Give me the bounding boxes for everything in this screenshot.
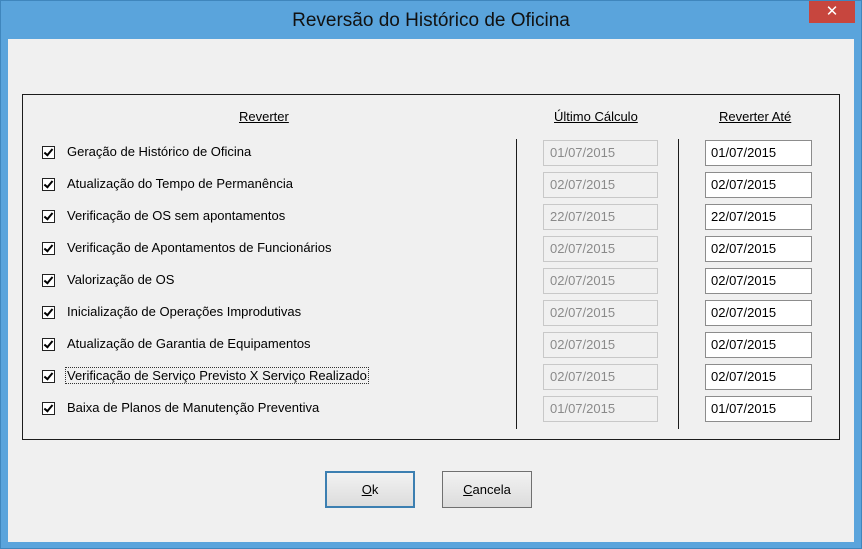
ultimo-calculo-field: 02/07/2015	[543, 236, 658, 262]
row-label[interactable]: Atualização do Tempo de Permanência	[66, 176, 294, 191]
row-label[interactable]: Inicialização de Operações Improdutivas	[66, 304, 302, 319]
ultimo-calculo-field: 01/07/2015	[543, 140, 658, 166]
ultimo-calculo-field: 22/07/2015	[543, 204, 658, 230]
row-checkbox[interactable]	[42, 146, 55, 159]
ultimo-calculo-field: 01/07/2015	[543, 396, 658, 422]
row-checkbox[interactable]	[42, 242, 55, 255]
ultimo-calculo-field: 02/07/2015	[543, 172, 658, 198]
reversal-row: Verificação de Serviço Previsto X Serviç…	[23, 364, 839, 390]
cancel-button[interactable]: Cancela	[442, 471, 532, 508]
ultimo-calculo-field: 02/07/2015	[543, 300, 658, 326]
row-label[interactable]: Atualização de Garantia de Equipamentos	[66, 336, 312, 351]
row-label[interactable]: Verificação de OS sem apontamentos	[66, 208, 286, 223]
reverter-ate-input[interactable]: 02/07/2015	[705, 300, 812, 326]
reversal-group: Reverter Último Cálculo Reverter Até Ger…	[22, 94, 840, 440]
row-checkbox[interactable]	[42, 274, 55, 287]
ok-button[interactable]: Ok	[325, 471, 415, 508]
reversal-row: Atualização de Garantia de Equipamentos …	[23, 332, 839, 358]
row-checkbox[interactable]	[42, 210, 55, 223]
reversal-row: Verificação de OS sem apontamentos 22/07…	[23, 204, 839, 230]
close-icon: ✕	[825, 3, 839, 20]
row-checkbox[interactable]	[42, 370, 55, 383]
header-reverter: Reverter	[239, 109, 289, 124]
reverter-ate-input[interactable]: 02/07/2015	[705, 268, 812, 294]
reversal-row: Valorização de OS 02/07/2015 02/07/2015	[23, 268, 839, 294]
reverter-ate-input[interactable]: 01/07/2015	[705, 140, 812, 166]
window-title: Reversão do Histórico de Oficina	[292, 10, 570, 31]
row-checkbox[interactable]	[42, 402, 55, 415]
reversal-row: Geração de Histórico de Oficina 01/07/20…	[23, 140, 839, 166]
reverter-ate-input[interactable]: 02/07/2015	[705, 332, 812, 358]
reversal-row: Baixa de Planos de Manutenção Preventiva…	[23, 396, 839, 422]
reverter-ate-input[interactable]: 01/07/2015	[705, 396, 812, 422]
row-label[interactable]: Valorização de OS	[66, 272, 175, 287]
dialog-window: Reversão do Histórico de Oficina ✕ Rever…	[0, 0, 862, 549]
ultimo-calculo-field: 02/07/2015	[543, 364, 658, 390]
row-checkbox[interactable]	[42, 338, 55, 351]
reversal-row: Verificação de Apontamentos de Funcionár…	[23, 236, 839, 262]
row-label[interactable]: Verificação de Apontamentos de Funcionár…	[66, 240, 333, 255]
title-bar[interactable]: Reversão do Histórico de Oficina ✕	[1, 1, 861, 39]
reversal-row: Atualização do Tempo de Permanência 02/0…	[23, 172, 839, 198]
row-checkbox[interactable]	[42, 178, 55, 191]
reverter-ate-input[interactable]: 02/07/2015	[705, 236, 812, 262]
reverter-ate-input[interactable]: 22/07/2015	[705, 204, 812, 230]
header-reverter-ate: Reverter Até	[719, 109, 792, 124]
close-button[interactable]: ✕	[809, 1, 855, 23]
reverter-ate-input[interactable]: 02/07/2015	[705, 364, 812, 390]
row-checkbox[interactable]	[42, 306, 55, 319]
dialog-body: Reverter Último Cálculo Reverter Até Ger…	[8, 39, 854, 542]
ultimo-calculo-field: 02/07/2015	[543, 332, 658, 358]
ultimo-calculo-field: 02/07/2015	[543, 268, 658, 294]
reversal-row: Inicialização de Operações Improdutivas …	[23, 300, 839, 326]
reverter-ate-input[interactable]: 02/07/2015	[705, 172, 812, 198]
row-label[interactable]: Baixa de Planos de Manutenção Preventiva	[66, 400, 320, 415]
row-label[interactable]: Geração de Histórico de Oficina	[66, 144, 252, 159]
header-ultimo-calculo: Último Cálculo	[554, 109, 638, 124]
row-label[interactable]: Verificação de Serviço Previsto X Serviç…	[65, 367, 369, 384]
